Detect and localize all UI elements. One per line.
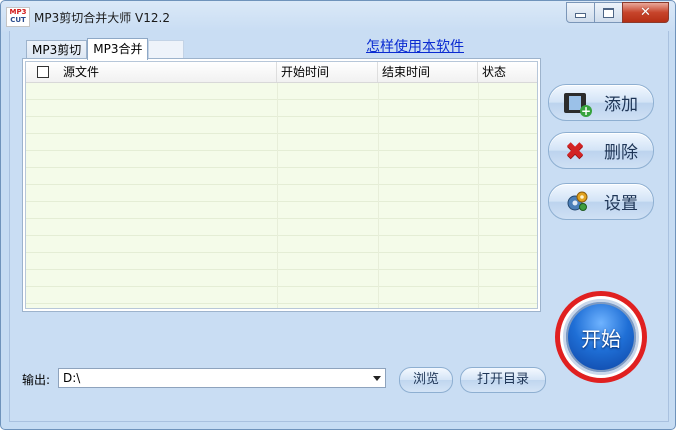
empty-row (26, 100, 537, 117)
column-header-status[interactable]: 状态 (478, 62, 537, 82)
settings-button-label: 设置 (604, 194, 638, 214)
column-divider (277, 83, 278, 308)
column-label-source: 源文件 (63, 65, 100, 79)
gear-icon (563, 188, 591, 216)
logo-text-bottom: CUT (10, 16, 26, 24)
output-label: 输出: (22, 373, 51, 387)
empty-row (26, 253, 537, 270)
help-link[interactable]: 怎样使用本软件 (366, 36, 464, 56)
empty-row (26, 287, 537, 304)
red-x-icon: ✖ (565, 136, 586, 165)
window-controls: ✕ (566, 2, 669, 23)
output-path-combo[interactable]: D:\ (58, 368, 386, 388)
column-header-end-time[interactable]: 结束时间 (378, 62, 478, 82)
empty-row (26, 168, 537, 185)
select-all-checkbox[interactable] (37, 66, 49, 78)
chevron-down-icon[interactable] (373, 376, 381, 381)
app-window: MP3 CUT MP3剪切合并大师 V12.2 ✕ MP3剪切 MP3合并 怎样… (0, 0, 676, 430)
close-icon: ✕ (640, 5, 651, 20)
open-directory-button[interactable]: 打开目录 (460, 367, 546, 393)
empty-row (26, 117, 537, 134)
logo-text-top: MP3 (9, 8, 27, 16)
empty-row (26, 151, 537, 168)
column-header-start-time[interactable]: 开始时间 (277, 62, 378, 82)
settings-button[interactable]: 设置 (548, 183, 654, 220)
empty-row (26, 219, 537, 236)
app-logo-icon: MP3 CUT (6, 7, 30, 27)
column-header-source[interactable]: 源文件 (26, 62, 277, 82)
maximize-button[interactable] (594, 2, 623, 23)
file-list[interactable]: 源文件 开始时间 结束时间 状态 (25, 61, 538, 309)
browse-button[interactable]: 浏览 (399, 367, 453, 393)
output-path-value: D:\ (63, 371, 81, 385)
empty-row (26, 134, 537, 151)
minimize-icon (575, 13, 586, 18)
delete-button[interactable]: ✖ 删除 (548, 132, 654, 169)
column-divider (378, 83, 379, 308)
column-divider (478, 83, 479, 308)
empty-row (26, 202, 537, 219)
main-area: MP3剪切 MP3合并 怎样使用本软件 源文件 开始时间 结束时间 状态 + 添… (9, 31, 669, 422)
empty-row (26, 185, 537, 202)
empty-row (26, 236, 537, 253)
close-button[interactable]: ✕ (622, 2, 669, 23)
tab-strip-filler (148, 40, 185, 59)
delete-button-label: 删除 (604, 143, 638, 163)
start-button-highlight: 开始 (555, 291, 647, 383)
title-bar: MP3 CUT MP3剪切合并大师 V12.2 ✕ (1, 1, 675, 31)
tab-strip: MP3剪切 MP3合并 (26, 38, 185, 60)
add-button-label: 添加 (604, 95, 638, 115)
tab-mp3-cut[interactable]: MP3剪切 (26, 40, 88, 59)
tab-panel-merge: 源文件 开始时间 结束时间 状态 (22, 58, 541, 312)
file-list-body[interactable] (26, 83, 537, 308)
window-title: MP3剪切合并大师 V12.2 (34, 11, 170, 25)
start-button[interactable]: 开始 (563, 299, 639, 375)
empty-row (26, 83, 537, 100)
empty-row (26, 270, 537, 287)
film-add-icon: + (563, 89, 592, 117)
file-list-header: 源文件 开始时间 结束时间 状态 (26, 62, 537, 83)
start-button-label: 开始 (581, 326, 621, 351)
maximize-icon (603, 7, 614, 18)
tab-mp3-merge[interactable]: MP3合并 (87, 38, 149, 60)
add-button[interactable]: + 添加 (548, 84, 654, 121)
minimize-button[interactable] (566, 2, 595, 23)
